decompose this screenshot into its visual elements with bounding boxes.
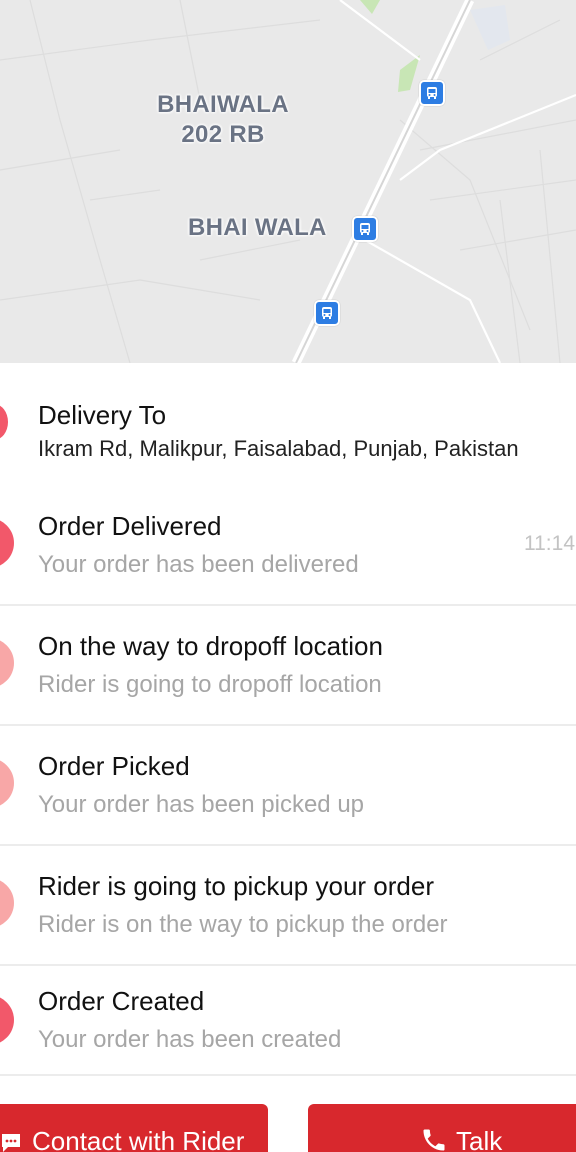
status-dot bbox=[0, 758, 14, 808]
map-label-line-2: 202 RB bbox=[181, 121, 265, 148]
map-roads bbox=[0, 0, 576, 363]
timeline-item-title: Order Created bbox=[38, 986, 205, 1016]
status-dot bbox=[0, 518, 14, 568]
timeline-item-subtitle: Your order has been picked up bbox=[38, 791, 365, 818]
divider bbox=[0, 1074, 576, 1076]
bus-stop-icon[interactable] bbox=[419, 80, 445, 106]
contact-with-rider-label: Contact with Rider bbox=[32, 1126, 245, 1152]
bus-stop-icon[interactable] bbox=[314, 300, 340, 326]
talk-label: Talk bbox=[456, 1126, 503, 1152]
bus-stop-icon[interactable] bbox=[352, 216, 378, 242]
chat-icon bbox=[0, 1130, 22, 1152]
contact-with-rider-button[interactable]: Contact with Rider bbox=[0, 1104, 268, 1152]
timeline-item-title: On the way to dropoff location bbox=[38, 631, 383, 661]
status-dot bbox=[0, 995, 14, 1045]
talk-button[interactable]: Talk bbox=[308, 1104, 576, 1152]
delivery-marker-dot bbox=[0, 404, 8, 440]
timeline-item-subtitle: Your order has been created bbox=[38, 1026, 342, 1053]
divider bbox=[0, 844, 576, 846]
timeline-item-title: Order Delivered bbox=[38, 511, 222, 541]
map-label-bhaiwala-202-rb: BHAIWALA 202 RB bbox=[156, 90, 290, 150]
timeline-item-title: Rider is going to pickup your order bbox=[38, 871, 434, 901]
phone-icon bbox=[420, 1126, 448, 1152]
status-dot bbox=[0, 878, 14, 928]
map-label-line-1: BHAIWALA bbox=[157, 91, 289, 118]
delivery-address: Ikram Rd, Malikpur, Faisalabad, Punjab, … bbox=[38, 436, 519, 461]
delivery-title: Delivery To bbox=[38, 400, 167, 430]
map-label-bhai-wala: BHAI WALA bbox=[188, 214, 327, 241]
timeline-item-time: 11:14 bbox=[524, 532, 575, 555]
divider bbox=[0, 964, 576, 966]
divider bbox=[0, 724, 576, 726]
timeline-item-subtitle: Rider is going to dropoff location bbox=[38, 671, 382, 698]
order-tracking-screen: BHAIWALA 202 RB BHAI WALA Delivery To Ik… bbox=[0, 0, 576, 1152]
timeline-item-subtitle: Rider is on the way to pickup the order bbox=[38, 911, 448, 938]
divider bbox=[0, 604, 576, 606]
status-dot bbox=[0, 638, 14, 688]
timeline-item-subtitle: Your order has been delivered bbox=[38, 551, 359, 578]
map-view[interactable]: BHAIWALA 202 RB BHAI WALA bbox=[0, 0, 576, 363]
timeline-item-title: Order Picked bbox=[38, 751, 190, 781]
